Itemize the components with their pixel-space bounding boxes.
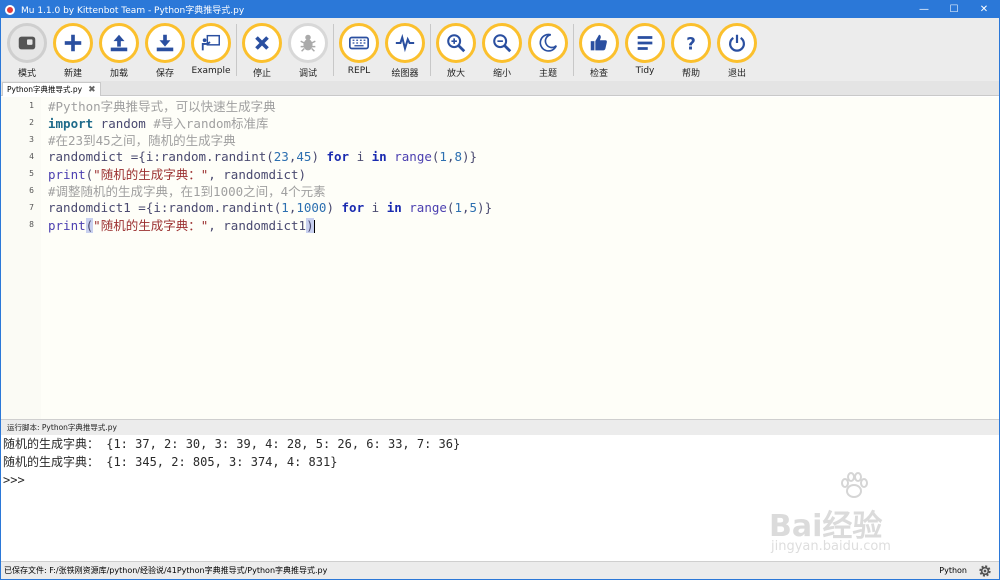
mu-editor-window: Mu 1.1.0 by Kittenbot Team - Python字典推导式… [0,0,1000,580]
zoom-in-label: 放大 [446,69,465,79]
maximize-button[interactable]: ☐ [939,1,969,18]
minimize-button[interactable]: — [909,1,939,18]
plus-icon [53,23,93,63]
line-number: 5 [29,169,34,178]
tab-python-file[interactable]: Python字典推导式.py ✖ [2,82,101,96]
bug-icon [288,23,328,63]
stop-button[interactable]: 停止 [239,23,285,79]
repl-line: 随机的生成字典： {1: 37, 2: 30, 3: 39, 4: 28, 5:… [3,437,461,451]
code-editor[interactable]: 1 #Python字典推导式，可以快速生成字典 2 import random … [1,97,999,419]
baidu-watermark: Bai经验 jingyan.baidu.com [769,471,939,561]
debug-button[interactable]: 调试 [285,23,331,79]
line-number: 4 [29,152,34,161]
code-line: 5 print("随机的生成字典：", randomdict) [1,165,999,182]
code-text: randomdict ={i:random.randint(23,45) for… [48,149,478,164]
code-text: randomdict1 ={i:random.randint(1,1000) f… [48,200,493,215]
code-line: 2 import random #导入random标准库 [1,114,999,131]
line-number: 7 [29,203,34,212]
repl-header: 运行脚本: Python字典推导式.py [1,419,999,435]
code-text: print("随机的生成字典：", randomdict1) [48,218,315,233]
status-mode: Python [939,566,967,575]
upload-icon [99,23,139,63]
lines-icon [625,23,665,63]
toolbar-divider [333,24,334,76]
check-label: 检查 [589,69,608,79]
line-number: 6 [29,186,34,195]
thumbs-up-icon [579,23,619,63]
line-number: 3 [29,135,34,144]
line-number: 8 [29,220,34,229]
toolbar-divider [430,24,431,76]
load-label: 加载 [109,69,128,79]
code-text: #在23到45之间，随机的生成字典 [48,133,236,148]
status-message: 已保存文件: F:/张铁刚资源库/python/经验说/41Python字典推导… [4,566,328,575]
download-icon [145,23,185,63]
mode-label: 模式 [17,69,36,79]
zoom-out-icon [482,23,522,63]
question-icon: ? [671,23,711,63]
code-line: 7 randomdict1 ={i:random.randint(1,1000)… [1,199,999,216]
zoom-out-button[interactable]: 缩小 [479,23,525,79]
quit-button[interactable]: 退出 [714,23,760,79]
tab-label: Python字典推导式.py [7,85,83,94]
keyboard-icon [339,23,379,63]
watermark-url: jingyan.baidu.com [771,539,891,554]
save-label: 保存 [155,69,174,79]
code-line: 1 #Python字典推导式，可以快速生成字典 [1,97,999,114]
zoom-in-icon [436,23,476,63]
presenter-icon [191,23,231,63]
theme-label: 主题 [538,69,557,79]
repl-line: 随机的生成字典： {1: 345, 2: 805, 3: 374, 4: 831… [3,455,338,469]
plotter-button[interactable]: 绘图器 [382,23,428,79]
example-label: Example [191,66,231,76]
toolbar-divider [236,24,237,76]
code-line: 6 #调整随机的生成字典，在1到1000之间，4个元素 [1,182,999,199]
tab-bar: Python字典推导式.py ✖ [1,81,999,96]
tidy-button[interactable]: Tidy [622,23,668,76]
code-line: 4 randomdict ={i:random.randint(23,45) f… [1,148,999,165]
save-button[interactable]: 保存 [142,23,188,79]
code-line: 8 print("随机的生成字典：", randomdict1) [1,216,999,233]
new-button[interactable]: 新建 [50,23,96,79]
check-button[interactable]: 检查 [576,23,622,79]
stop-label: 停止 [252,69,271,79]
debug-label: 调试 [298,69,317,79]
help-label: 帮助 [681,69,700,79]
status-bar: 已保存文件: F:/张铁刚资源库/python/经验说/41Python字典推导… [1,561,999,579]
svg-text:?: ? [686,34,696,53]
mode-icon [7,23,47,63]
gear-icon[interactable] [977,563,993,579]
code-text: #调整随机的生成字典，在1到1000之间，4个元素 [48,184,326,199]
line-number: 2 [29,118,34,127]
mode-button[interactable]: 模式 [4,23,50,79]
close-button[interactable]: ✕ [969,1,999,18]
tab-close-icon[interactable]: ✖ [88,85,96,95]
stop-icon [242,23,282,63]
line-number: 1 [29,101,34,110]
load-button[interactable]: 加载 [96,23,142,79]
paw-icon [841,472,868,498]
toolbar: 模式 新建 加载 保存 Example 停止 调试 REPL 绘图器 放大 缩小… [1,18,999,81]
quit-label: 退出 [727,69,746,79]
text-cursor [313,220,315,233]
zoom-in-button[interactable]: 放大 [433,23,479,79]
window-title: Mu 1.1.0 by Kittenbot Team - Python字典推导式… [21,6,245,16]
help-button[interactable]: ? 帮助 [668,23,714,79]
title-bar: Mu 1.1.0 by Kittenbot Team - Python字典推导式… [1,1,999,18]
plotter-label: 绘图器 [391,69,419,79]
pulse-icon [385,23,425,63]
tidy-label: Tidy [635,66,655,76]
toolbar-divider [573,24,574,76]
mu-app-icon [5,4,15,15]
zoom-out-label: 缩小 [492,69,511,79]
repl-button[interactable]: REPL [336,23,382,76]
moon-icon [528,23,568,63]
new-label: 新建 [63,69,82,79]
theme-button[interactable]: 主题 [525,23,571,79]
example-button[interactable]: Example [188,23,234,76]
code-line: 3 #在23到45之间，随机的生成字典 [1,131,999,148]
repl-label: REPL [347,66,371,76]
power-icon [717,23,757,63]
